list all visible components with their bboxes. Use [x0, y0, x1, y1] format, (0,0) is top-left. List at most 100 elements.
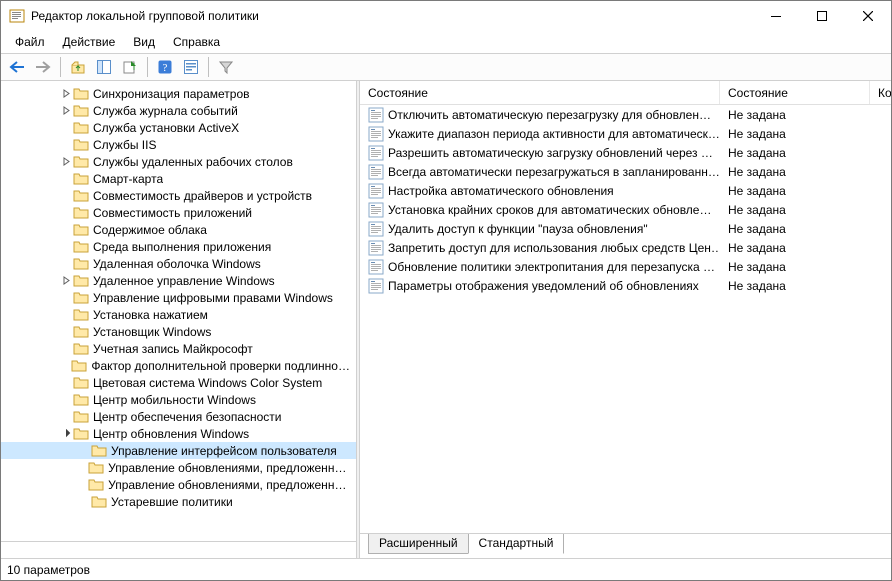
tree-label: Управление цифровыми правами Windows — [93, 291, 333, 305]
tree-item[interactable]: Центр обновления Windows — [1, 425, 356, 442]
content-area: Синхронизация параметровСлужба журнала с… — [1, 81, 891, 558]
column-comment[interactable]: Ком — [870, 81, 891, 104]
export-list-button[interactable] — [118, 56, 142, 78]
folder-icon — [73, 155, 89, 169]
tree-item[interactable]: Управление обновлениями, предложенными — [1, 459, 356, 476]
policy-name: Удалить доступ к функции "пауза обновлен… — [388, 222, 648, 236]
list-row[interactable]: Установка крайних сроков для автоматичес… — [360, 200, 891, 219]
folder-icon — [71, 359, 87, 373]
menu-help[interactable]: Справка — [165, 33, 228, 51]
folder-icon — [73, 240, 89, 254]
tree-item[interactable]: Синхронизация параметров — [1, 85, 356, 102]
maximize-button[interactable] — [799, 1, 845, 31]
column-state[interactable]: Состояние — [720, 81, 870, 104]
tree-label: Цветовая система Windows Color System — [93, 376, 322, 390]
tree-label: Смарт-карта — [93, 172, 163, 186]
tree-view[interactable]: Синхронизация параметровСлужба журнала с… — [1, 81, 356, 541]
folder-icon — [73, 427, 89, 441]
folder-icon — [73, 308, 89, 322]
list-header[interactable]: Состояние Состояние Ком — [360, 81, 891, 105]
menu-file[interactable]: Файл — [7, 33, 53, 51]
column-setting[interactable]: Состояние — [360, 81, 720, 104]
list-row[interactable]: Параметры отображения уведомлений об обн… — [360, 276, 891, 295]
status-text: 10 параметров — [7, 563, 90, 577]
tree-label: Установщик Windows — [93, 325, 211, 339]
tree-item[interactable]: Удаленное управление Windows — [1, 272, 356, 289]
tree-item[interactable]: Центр обеспечения безопасности — [1, 408, 356, 425]
folder-icon — [88, 461, 104, 475]
tree-item[interactable]: Управление цифровыми правами Windows — [1, 289, 356, 306]
policy-name: Параметры отображения уведомлений об обн… — [388, 279, 699, 293]
up-level-button[interactable] — [66, 56, 90, 78]
tab-standard[interactable]: Стандартный — [468, 534, 565, 554]
policy-icon — [368, 126, 384, 142]
tree-item[interactable]: Учетная запись Майкрософт — [1, 340, 356, 357]
expander-closed-icon[interactable] — [59, 104, 73, 118]
folder-icon — [91, 495, 107, 509]
tree-item[interactable]: Служба журнала событий — [1, 102, 356, 119]
menu-action[interactable]: Действие — [55, 33, 124, 51]
tree-item[interactable]: Удаленная оболочка Windows — [1, 255, 356, 272]
policy-name: Разрешить автоматическую загрузку обновл… — [388, 146, 713, 160]
tree-item[interactable]: Службы IIS — [1, 136, 356, 153]
tree-label: Центр обновления Windows — [93, 427, 249, 441]
tree-label: Центр мобильности Windows — [93, 393, 256, 407]
folder-icon — [73, 257, 89, 271]
tree-item[interactable]: Служба установки ActiveX — [1, 119, 356, 136]
tree-item[interactable]: Установщик Windows — [1, 323, 356, 340]
expander-closed-icon[interactable] — [59, 87, 73, 101]
forward-button[interactable] — [31, 56, 55, 78]
list-row[interactable]: Запретить доступ для использования любых… — [360, 238, 891, 257]
list-row[interactable]: Разрешить автоматическую загрузку обновл… — [360, 143, 891, 162]
tree-item[interactable]: Совместимость приложений — [1, 204, 356, 221]
expander-closed-icon[interactable] — [59, 274, 73, 288]
folder-icon — [73, 104, 89, 118]
details-pane: Состояние Состояние Ком Отключить автома… — [360, 81, 891, 558]
list-row[interactable]: Отключить автоматическую перезагрузку дл… — [360, 105, 891, 124]
tree-item[interactable]: Установка нажатием — [1, 306, 356, 323]
show-hide-tree-button[interactable] — [92, 56, 116, 78]
tree-item[interactable]: Службы удаленных рабочих столов — [1, 153, 356, 170]
tree-item[interactable]: Устаревшие политики — [1, 493, 356, 510]
list-row[interactable]: Укажите диапазон периода активности для … — [360, 124, 891, 143]
filter-button[interactable] — [214, 56, 238, 78]
policy-state: Не задана — [728, 108, 786, 122]
menubar: Файл Действие Вид Справка — [1, 31, 891, 53]
tree-item[interactable]: Управление интерфейсом пользователя — [1, 442, 356, 459]
options-button[interactable] — [179, 56, 203, 78]
tree-item[interactable]: Совместимость драйверов и устройств — [1, 187, 356, 204]
tree-item[interactable]: Содержимое облака — [1, 221, 356, 238]
policy-state: Не задана — [728, 203, 786, 217]
policy-list[interactable]: Состояние Состояние Ком Отключить автома… — [360, 81, 891, 534]
help-button[interactable]: ? — [153, 56, 177, 78]
tree-item[interactable]: Цветовая система Windows Color System — [1, 374, 356, 391]
list-row[interactable]: Удалить доступ к функции "пауза обновлен… — [360, 219, 891, 238]
list-row[interactable]: Настройка автоматического обновленияНе з… — [360, 181, 891, 200]
view-tabs: Расширенный Стандартный — [360, 534, 891, 558]
tree-item[interactable]: Центр мобильности Windows — [1, 391, 356, 408]
list-row[interactable]: Обновление политики электропитания для п… — [360, 257, 891, 276]
menu-view[interactable]: Вид — [125, 33, 163, 51]
tree-label: Устаревшие политики — [111, 495, 233, 509]
close-button[interactable] — [845, 1, 891, 31]
policy-name: Запретить доступ для использования любых… — [388, 241, 720, 255]
list-row[interactable]: Всегда автоматически перезагружаться в з… — [360, 162, 891, 181]
back-button[interactable] — [5, 56, 29, 78]
tree-label: Управление интерфейсом пользователя — [111, 444, 337, 458]
folder-icon — [88, 478, 104, 492]
tree-item[interactable]: Фактор дополнительной проверки подлиннос… — [1, 357, 356, 374]
statusbar: 10 параметров — [1, 558, 891, 580]
minimize-button[interactable] — [753, 1, 799, 31]
tree-item[interactable]: Смарт-карта — [1, 170, 356, 187]
tree-item[interactable]: Управление обновлениями, предложенными — [1, 476, 356, 493]
expander-open-icon[interactable] — [59, 427, 73, 441]
folder-icon — [73, 342, 89, 356]
tab-extended[interactable]: Расширенный — [368, 534, 469, 554]
tree-label: Центр обеспечения безопасности — [93, 410, 282, 424]
expander-closed-icon[interactable] — [59, 155, 73, 169]
tree-label: Управление обновлениями, предложенными — [108, 478, 350, 492]
folder-icon — [73, 393, 89, 407]
tree-item[interactable]: Среда выполнения приложения — [1, 238, 356, 255]
folder-icon — [73, 291, 89, 305]
folder-icon — [91, 444, 107, 458]
